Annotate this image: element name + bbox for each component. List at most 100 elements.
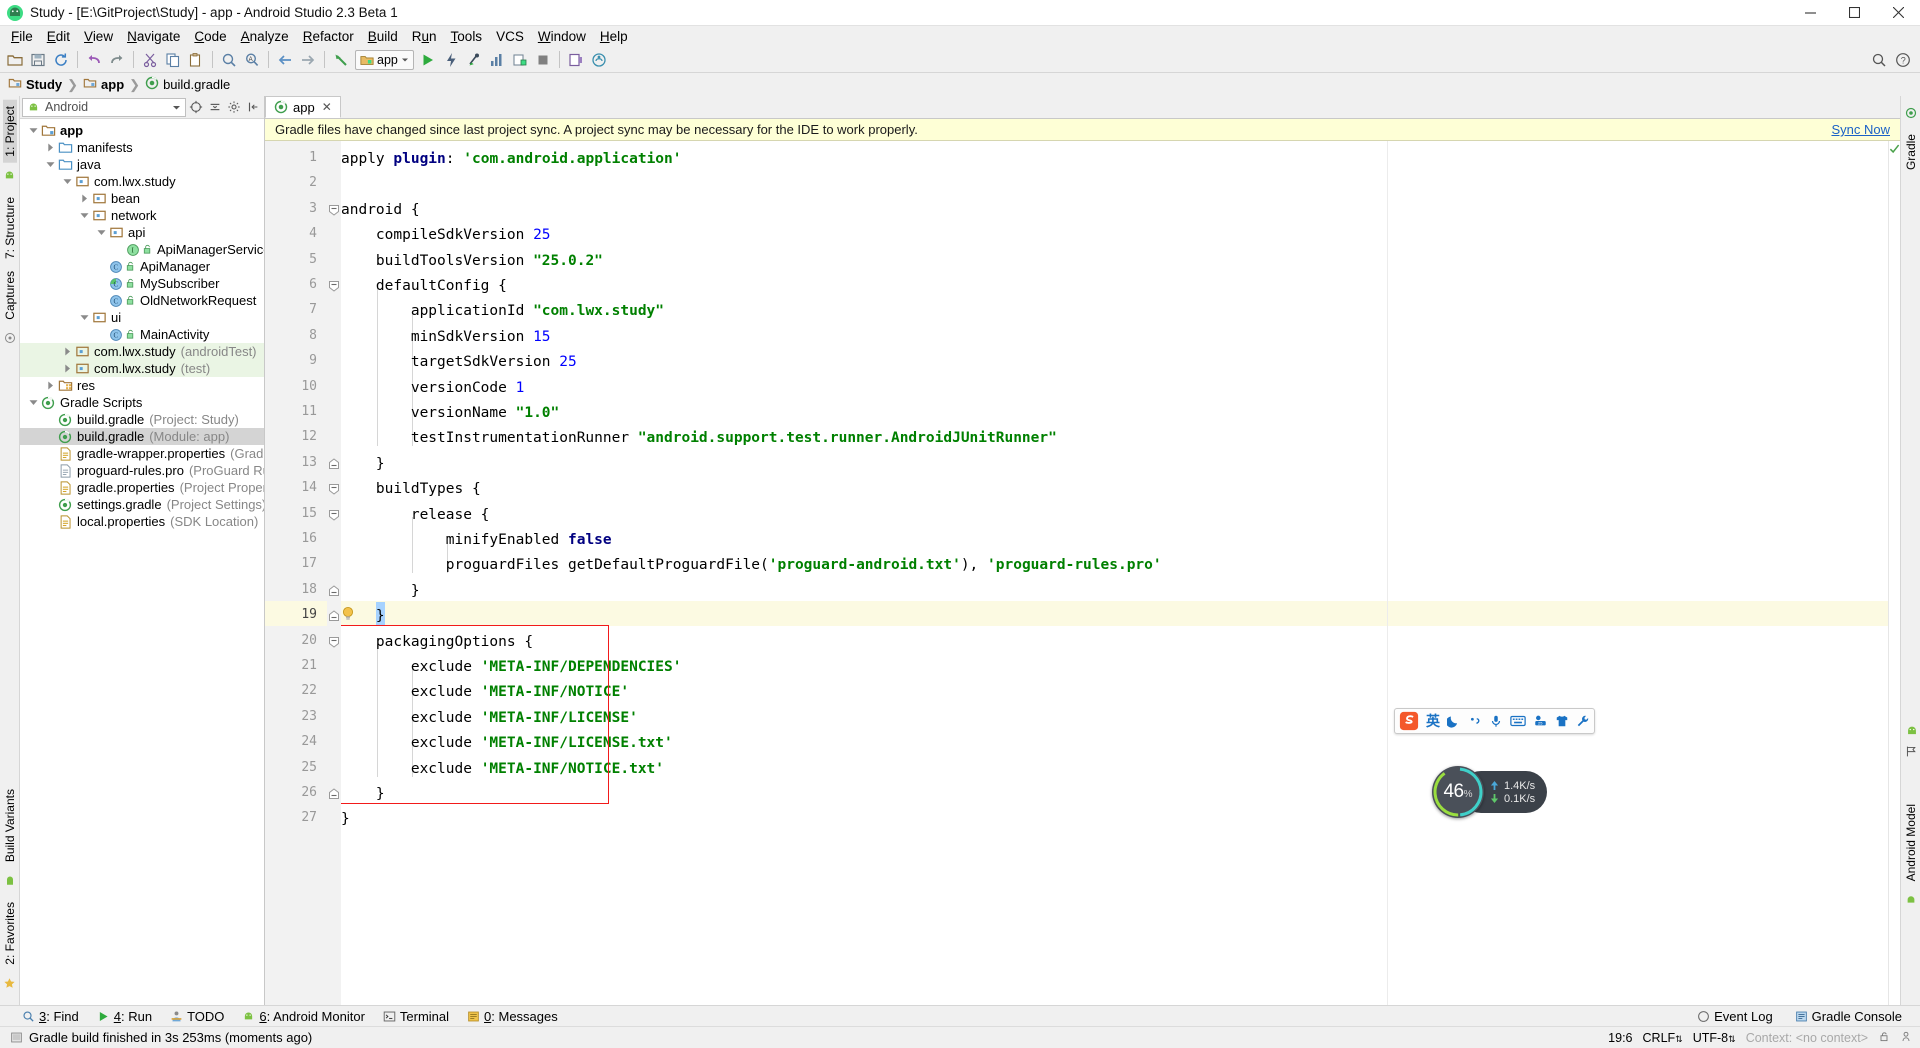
- run-configuration-selector[interactable]: app: [355, 49, 414, 70]
- settings-icon[interactable]: [224, 98, 243, 117]
- chinese-english-toggle-icon[interactable]: 英: [1426, 711, 1440, 731]
- project-view-selector[interactable]: Android: [22, 97, 186, 117]
- menu-item-view[interactable]: View: [77, 27, 120, 46]
- sogou-ime-toolbar[interactable]: 英 25: [1394, 708, 1595, 734]
- code-line[interactable]: buildTypes {: [341, 477, 481, 502]
- code-line[interactable]: }: [341, 807, 350, 832]
- tree-item-build-gradle[interactable]: build.gradle (Module: app): [20, 428, 264, 445]
- profiler-icon[interactable]: [509, 49, 531, 71]
- code-line[interactable]: }: [341, 782, 385, 807]
- fold-collapse-end-icon[interactable]: [328, 584, 340, 596]
- code-line[interactable]: exclude 'META-INF/NOTICE.txt': [341, 757, 664, 782]
- tree-item-com-lwx-study[interactable]: com.lwx.study (test): [20, 360, 264, 377]
- close-button[interactable]: [1876, 0, 1920, 26]
- chevron-down-icon[interactable]: [26, 398, 40, 407]
- fold-collapse-end-icon[interactable]: [328, 457, 340, 469]
- chevron-right-icon[interactable]: [43, 143, 57, 152]
- menu-item-edit[interactable]: Edit: [40, 27, 77, 46]
- back-icon[interactable]: [274, 49, 296, 71]
- collapse-all-icon[interactable]: [205, 98, 224, 117]
- search-everywhere-icon[interactable]: [1868, 49, 1890, 71]
- tool-window-terminal[interactable]: Terminal: [375, 1008, 457, 1025]
- fold-expanded-icon[interactable]: [328, 482, 340, 495]
- code-line[interactable]: release {: [341, 503, 490, 528]
- tree-item-mainactivity[interactable]: C MainActivity: [20, 326, 264, 343]
- menu-item-analyze[interactable]: Analyze: [234, 27, 296, 46]
- tree-item-oldnetworkrequest[interactable]: C OldNetworkRequest: [20, 292, 264, 309]
- tree-item-java[interactable]: java: [20, 156, 264, 173]
- code-line[interactable]: exclude 'META-INF/LICENSE': [341, 706, 638, 731]
- tree-item-manifests[interactable]: manifests: [20, 139, 264, 156]
- sdk-manager-icon[interactable]: [588, 49, 610, 71]
- debug-icon[interactable]: [440, 49, 462, 71]
- breadcrumb-item-build-gradle[interactable]: build.gradle: [145, 76, 230, 93]
- menu-item-window[interactable]: Window: [531, 27, 593, 46]
- tree-item-api[interactable]: api: [20, 224, 264, 241]
- chevron-down-icon[interactable]: [60, 177, 74, 186]
- line-separator[interactable]: CRLF⇅: [1643, 1031, 1683, 1045]
- sidebar-item-captures[interactable]: Captures: [3, 265, 17, 326]
- tree-item-apimanager[interactable]: C ApiManager: [20, 258, 264, 275]
- code-content[interactable]: apply plugin: 'com.android.application' a…: [341, 141, 1888, 1005]
- chevron-down-icon[interactable]: [26, 126, 40, 135]
- code-line[interactable]: apply plugin: 'com.android.application': [341, 147, 682, 172]
- menu-item-vcs[interactable]: VCS: [489, 27, 531, 46]
- voice-input-icon[interactable]: [1489, 714, 1503, 728]
- minimize-button[interactable]: [1788, 0, 1832, 26]
- menu-item-run[interactable]: Run: [405, 27, 444, 46]
- fold-expanded-icon[interactable]: [328, 279, 340, 292]
- tree-item-gradle-wrapper-properties[interactable]: gradle-wrapper.properties (Gradle Version…: [20, 445, 264, 462]
- tree-item-proguard-rules-pro[interactable]: proguard-rules.pro (ProGuard Rules for: [20, 462, 264, 479]
- intention-bulb-icon[interactable]: [341, 606, 355, 622]
- sidebar-item-favorites[interactable]: 2: Favorites: [3, 896, 17, 971]
- chevron-down-icon[interactable]: [43, 160, 57, 169]
- chevron-right-icon[interactable]: [60, 347, 74, 356]
- code-line[interactable]: exclude 'META-INF/DEPENDENCIES': [341, 655, 682, 680]
- code-line[interactable]: android {: [341, 198, 420, 223]
- redo-icon[interactable]: [106, 49, 128, 71]
- menu-item-file[interactable]: File: [4, 27, 40, 46]
- tool-window-event-log[interactable]: Event Log: [1689, 1008, 1781, 1025]
- code-line[interactable]: defaultConfig {: [341, 274, 507, 299]
- tree-item-com-lwx-study[interactable]: com.lwx.study: [20, 173, 264, 190]
- context-indicator[interactable]: Context: <no context>: [1746, 1031, 1868, 1045]
- tree-item-ui[interactable]: ui: [20, 309, 264, 326]
- breadcrumb-item-app[interactable]: app: [83, 76, 124, 93]
- code-line[interactable]: minifyEnabled false: [341, 528, 612, 553]
- unlocked-icon[interactable]: [1878, 1030, 1890, 1046]
- paste-icon[interactable]: [185, 49, 207, 71]
- code-line[interactable]: proguardFiles getDefaultProguardFile('pr…: [341, 553, 1162, 578]
- inspector-icon[interactable]: [1900, 1030, 1912, 1046]
- network-monitor-widget[interactable]: 46% 1.4K/s 0.1K/s: [1432, 766, 1548, 818]
- sogou-logo-icon[interactable]: [1399, 711, 1419, 731]
- tree-item-res[interactable]: res: [20, 377, 264, 394]
- code-line[interactable]: buildToolsVersion "25.0.2": [341, 249, 603, 274]
- menu-item-navigate[interactable]: Navigate: [120, 27, 187, 46]
- code-line[interactable]: packagingOptions {: [341, 630, 533, 655]
- tool-window-gradle-console[interactable]: Gradle Console: [1787, 1008, 1910, 1025]
- chevron-down-icon[interactable]: [77, 211, 91, 220]
- tree-item-com-lwx-study[interactable]: com.lwx.study (androidTest): [20, 343, 264, 360]
- menu-item-code[interactable]: Code: [187, 27, 233, 46]
- tree-item-bean[interactable]: bean: [20, 190, 264, 207]
- run-coverage-icon[interactable]: [463, 49, 485, 71]
- file-encoding[interactable]: UTF-8⇅: [1693, 1031, 1736, 1045]
- code-line[interactable]: applicationId "com.lwx.study": [341, 299, 664, 324]
- find-icon[interactable]: [218, 49, 240, 71]
- chevron-down-icon[interactable]: [94, 228, 108, 237]
- code-folding-gutter[interactable]: [327, 141, 354, 1005]
- menu-item-build[interactable]: Build: [361, 27, 405, 46]
- soft-keyboard-icon[interactable]: [1510, 714, 1526, 728]
- code-line[interactable]: testInstrumentationRunner "android.suppo…: [341, 426, 1057, 451]
- tool-window-0--messages[interactable]: 0: Messages: [459, 1008, 566, 1025]
- tree-item-build-gradle[interactable]: build.gradle (Project: Study): [20, 411, 264, 428]
- cpu-usage-gauge[interactable]: 46%: [1432, 766, 1484, 818]
- target-icon[interactable]: [186, 98, 205, 117]
- replace-icon[interactable]: A: [241, 49, 263, 71]
- open-folder-icon[interactable]: [4, 49, 26, 71]
- maximize-button[interactable]: [1832, 0, 1876, 26]
- chevron-down-icon[interactable]: [77, 313, 91, 322]
- close-tab-icon[interactable]: ✕: [322, 100, 332, 114]
- avd-manager-icon[interactable]: [565, 49, 587, 71]
- help-icon[interactable]: ?: [1892, 49, 1914, 71]
